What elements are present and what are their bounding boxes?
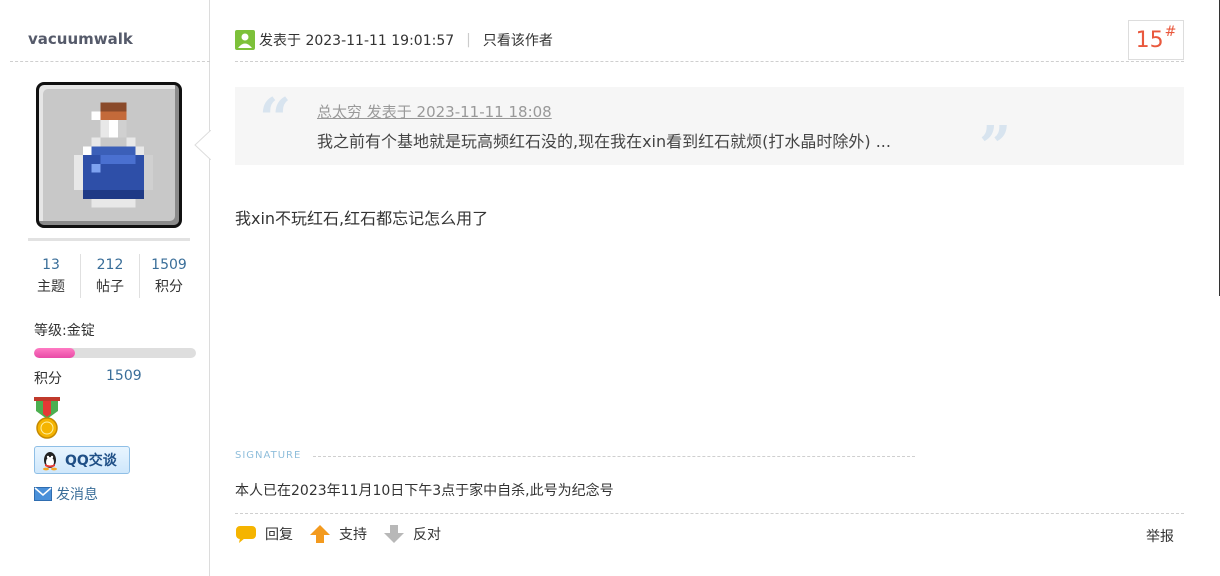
avatar-underline	[28, 238, 190, 241]
signature-divider	[313, 456, 915, 457]
quote-text: 我之前有个基地就是玩高频红石没的,现在我在xin看到红石就烦(打水晶时除外) .…	[317, 132, 891, 151]
thumb-down-arrow-icon	[384, 525, 404, 543]
stat-posts-label: 帖子	[96, 279, 124, 295]
post-actions: 回复 支持 反对	[235, 524, 457, 544]
avatar[interactable]	[36, 82, 182, 228]
stat-posts-value: 212	[96, 257, 124, 273]
author-only-link[interactable]: 只看该作者	[483, 30, 553, 50]
oppose-label: 反对	[413, 527, 441, 543]
online-user-icon	[235, 30, 255, 50]
signature-label: SIGNATURE	[235, 450, 302, 461]
floor-number[interactable]: 15 #	[1128, 20, 1184, 60]
stat-threads-value: 13	[42, 257, 60, 273]
envelope-icon	[34, 487, 52, 501]
level-progress-fill	[34, 348, 75, 358]
divider	[235, 61, 1184, 62]
reply-bubble-icon	[236, 526, 256, 543]
reply-button[interactable]: 回复	[235, 524, 293, 544]
points-value: 1509	[106, 368, 142, 384]
stat-points-label: 积分	[155, 279, 183, 295]
post-main: 发表于 2023-11-11 19:01:57 | 只看该作者 15 # “ 总太…	[211, 0, 1220, 576]
quote-open-mark-icon: “	[259, 86, 292, 152]
floor-number-value: 15	[1135, 27, 1164, 53]
qq-penguin-icon	[43, 452, 57, 471]
author-name[interactable]: vacuumwalk	[28, 30, 133, 48]
points-label: 积分	[34, 371, 62, 387]
send-message-label: 发消息	[56, 487, 98, 503]
qq-chat-label: QQ交谈	[65, 453, 117, 469]
post-content: 我xin不玩红石,红石都忘记怎么用了	[235, 209, 489, 228]
stat-posts[interactable]: 212 帖子	[80, 254, 139, 298]
quote-close-mark-icon: ”	[979, 114, 1012, 180]
quote-block: “ 总太穷 发表于 2023-11-11 18:08 我之前有个基地就是玩高频红…	[235, 86, 1184, 177]
oppose-button[interactable]: 反对	[383, 524, 441, 544]
potion-bottle-icon	[74, 102, 153, 208]
qq-chat-button[interactable]: QQ交谈	[34, 446, 130, 474]
post-time: 发表于 2023-11-11 19:01:57	[259, 33, 455, 49]
points-row: 积分 1509	[34, 368, 142, 388]
divider	[10, 61, 210, 62]
post-header: 发表于 2023-11-11 19:01:57 | 只看该作者	[235, 30, 553, 50]
header-separator: |	[466, 32, 471, 48]
level-progress-bar	[34, 348, 196, 358]
divider	[235, 513, 1184, 514]
sidebar-pointer	[194, 130, 211, 160]
user-stats: 13 主题 212 帖子 1509 积分	[22, 254, 198, 298]
reply-label: 回复	[265, 527, 293, 543]
floor-number-symbol: #	[1164, 24, 1177, 40]
stat-points-value: 1509	[151, 257, 187, 273]
thumb-up-arrow-icon	[310, 525, 330, 543]
stat-points[interactable]: 1509 积分	[139, 254, 198, 298]
user-level[interactable]: 等级:金锭	[34, 320, 95, 340]
send-message-link[interactable]: 发消息	[34, 484, 98, 504]
support-button[interactable]: 支持	[309, 524, 367, 544]
author-sidebar: vacuumwalk 13 主题 212 帖子 1509 积分 等级:金锭 积分…	[0, 0, 211, 576]
signature-text: 本人已在2023年11月10日下午3点于家中自杀,此号为纪念号	[235, 483, 614, 499]
stat-threads-label: 主题	[37, 279, 65, 295]
quote-meta[interactable]: 总太穷 发表于 2023-11-11 18:08	[317, 101, 552, 122]
support-label: 支持	[339, 527, 367, 543]
stat-threads[interactable]: 13 主题	[22, 254, 80, 298]
report-link[interactable]: 举报	[1146, 526, 1174, 546]
medal-icon[interactable]	[34, 397, 60, 439]
